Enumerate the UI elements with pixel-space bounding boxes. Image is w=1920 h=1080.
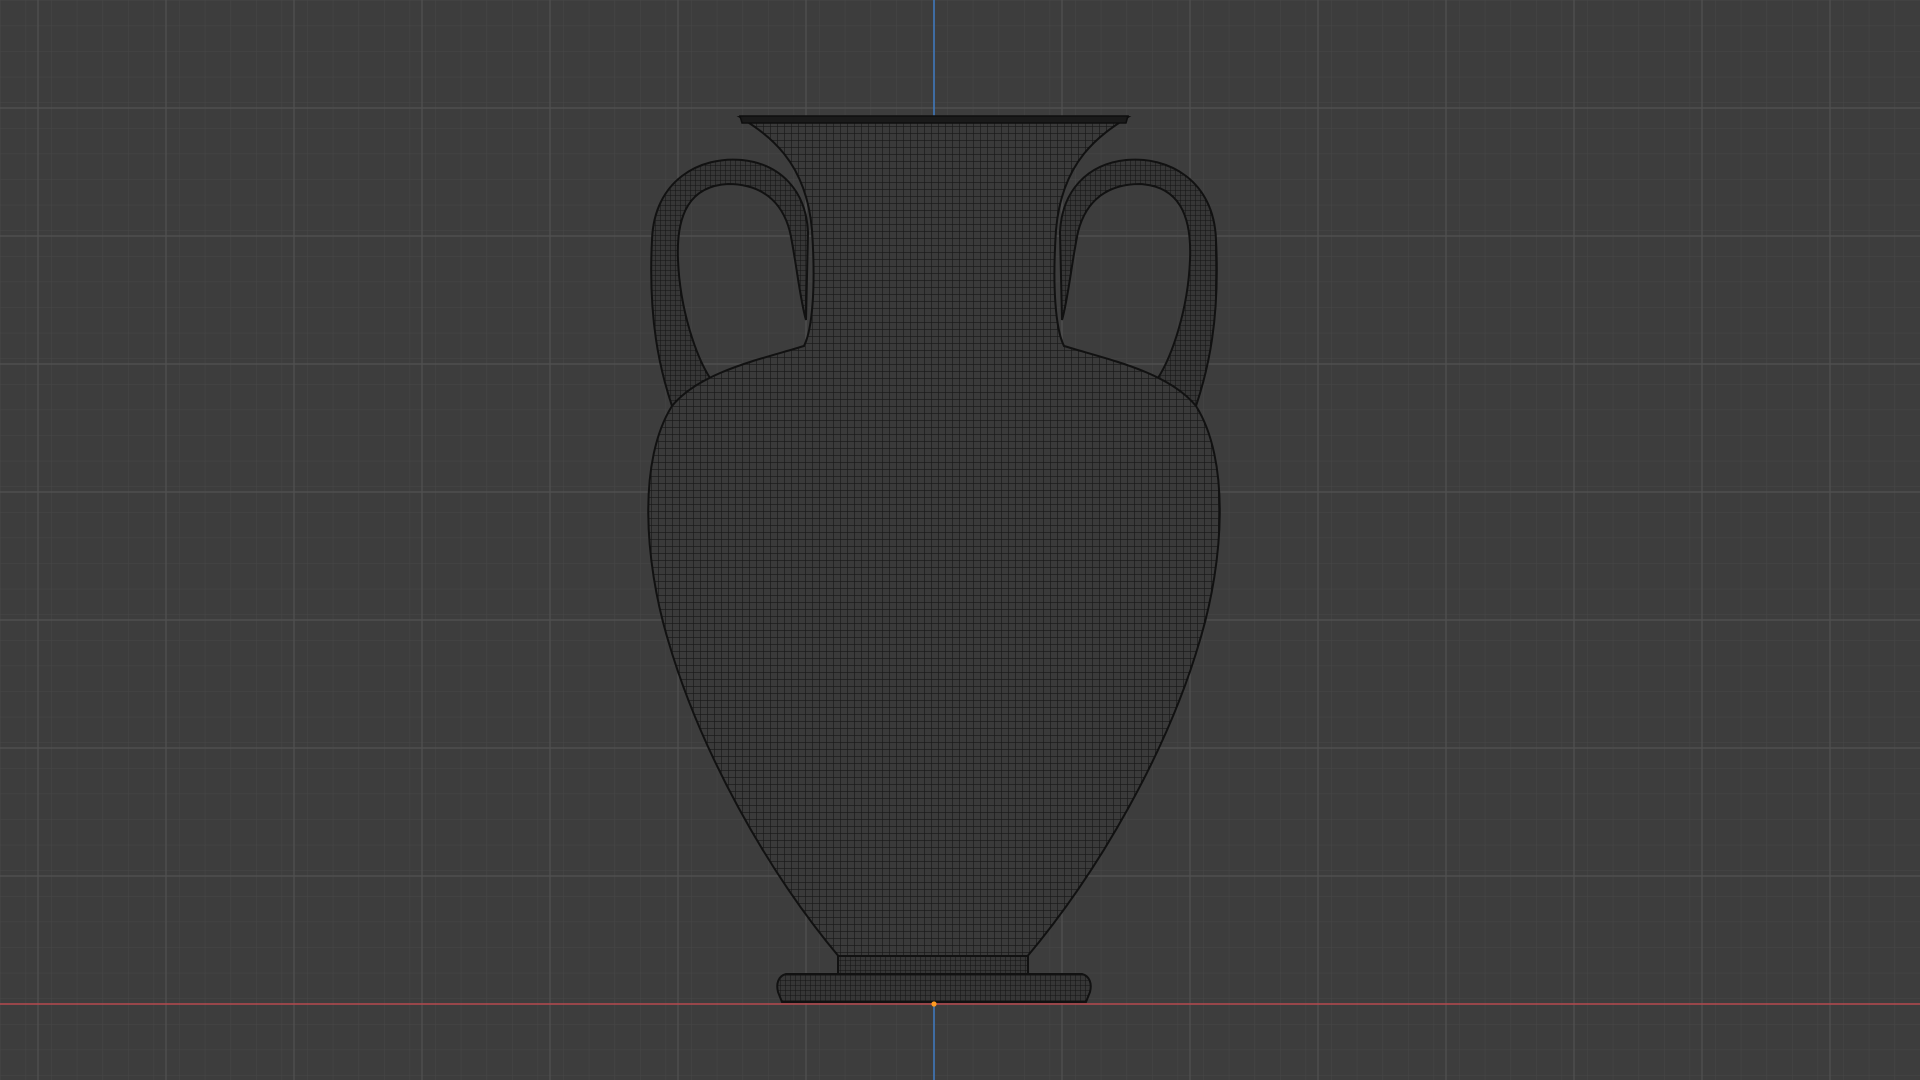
amphora-rim — [739, 115, 1129, 124]
viewport-canvas[interactable] — [0, 0, 1920, 1080]
object-origin-icon[interactable] — [931, 1001, 937, 1007]
3d-viewport[interactable] — [0, 0, 1920, 1080]
amphora-base[interactable] — [776, 973, 1092, 1003]
